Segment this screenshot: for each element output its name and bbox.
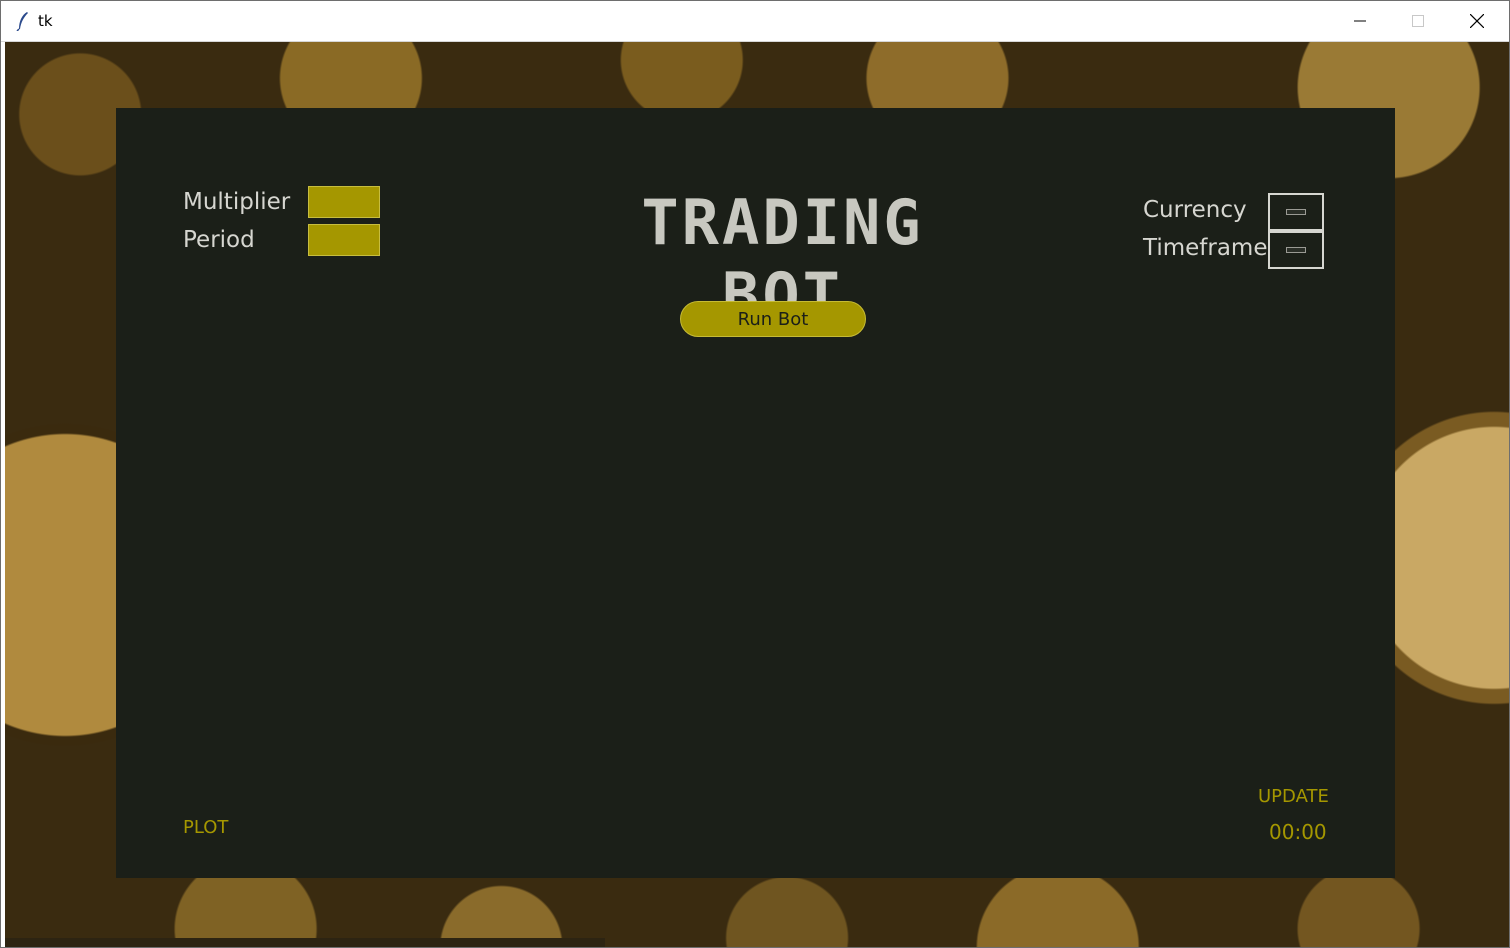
- multiplier-label: Multiplier: [183, 189, 291, 215]
- dropdown-indicator-icon: [1286, 209, 1306, 215]
- close-button[interactable]: [1448, 1, 1506, 41]
- currency-dropdown[interactable]: [1268, 193, 1324, 231]
- minimize-icon: [1354, 20, 1366, 22]
- minimize-button[interactable]: [1331, 1, 1389, 41]
- background-strip: [5, 938, 605, 947]
- run-bot-button[interactable]: Run Bot: [680, 301, 866, 337]
- app-window: tk Multiplier Period TRADING BOT Currenc…: [0, 0, 1510, 948]
- timeframe-dropdown[interactable]: [1268, 231, 1324, 269]
- plot-label: PLOT: [183, 817, 229, 838]
- maximize-button[interactable]: [1389, 1, 1447, 41]
- main-panel: Multiplier Period TRADING BOT Currency T…: [116, 108, 1395, 878]
- update-time: 00:00: [1269, 820, 1327, 844]
- feather-icon: [16, 12, 28, 31]
- period-input[interactable]: [308, 224, 380, 256]
- close-icon: [1470, 14, 1484, 28]
- coins-background: Multiplier Period TRADING BOT Currency T…: [5, 42, 1509, 947]
- currency-label: Currency: [1143, 197, 1247, 223]
- period-label: Period: [183, 227, 255, 253]
- maximize-icon: [1412, 15, 1424, 27]
- window-title: tk: [38, 12, 53, 30]
- title-bar[interactable]: tk: [1, 1, 1509, 42]
- update-label: UPDATE: [1258, 786, 1329, 807]
- timeframe-label: Timeframe: [1143, 235, 1268, 261]
- multiplier-input[interactable]: [308, 186, 380, 218]
- dropdown-indicator-icon: [1286, 247, 1306, 253]
